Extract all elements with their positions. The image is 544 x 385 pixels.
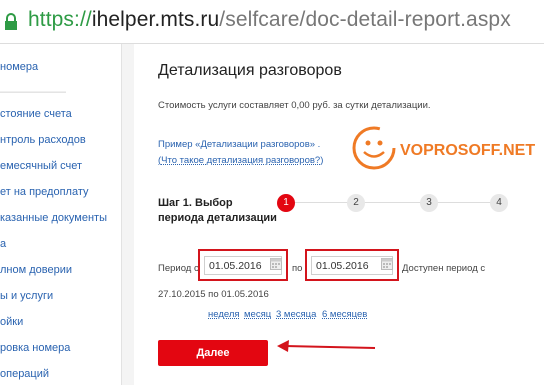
page-title: Детализация разговоров — [158, 62, 342, 79]
step-2: 2 — [347, 194, 365, 212]
available-range: 27.10.2015 по 01.05.2016 — [158, 289, 269, 300]
what-is-link-text: Что такое детализация разговоров? — [161, 155, 321, 166]
sidebar-item-trust[interactable]: лном доверии — [0, 264, 72, 276]
step-1: 1 — [277, 194, 295, 212]
sidebar-item-documents[interactable]: казанные документы — [0, 212, 107, 224]
cost-text: Стоимость услуги составляет 0,00 руб. за… — [158, 100, 431, 111]
period-from-label: Период с — [158, 263, 199, 274]
sidebar-item-settings[interactable]: ойки — [0, 316, 23, 328]
period-6-months-link[interactable]: 6 месяцев — [322, 309, 367, 320]
example-link[interactable]: Пример «Детализации разговоров» . — [158, 139, 320, 150]
url-scheme: https:// — [28, 8, 92, 31]
sidebar-faded-text: —————— — [0, 86, 66, 98]
period-to-label: по — [292, 263, 303, 274]
gutter — [122, 44, 134, 385]
step-3: 3 — [420, 194, 438, 212]
next-button[interactable]: Далее — [158, 340, 268, 366]
calendar-icon[interactable] — [381, 257, 393, 270]
date-from-highlight: 01.05.2016 — [198, 249, 288, 281]
sidebar-item-expense-control[interactable]: нтроль расходов — [0, 134, 86, 146]
sidebar-item-services[interactable]: ы и услуги — [0, 290, 53, 302]
lock-icon — [5, 13, 17, 30]
watermark-text: VOPROSOFF.NET — [400, 142, 536, 159]
period-week-link[interactable]: неделя — [208, 309, 240, 320]
sidebar-item-numbers[interactable]: номера — [0, 61, 38, 73]
sidebar-item-balance[interactable]: стояние счета — [0, 108, 72, 120]
url-host: ihelper.mts.ru — [91, 8, 220, 31]
period-3-months-link[interactable]: 3 месяца — [276, 309, 316, 320]
sidebar: номера —————— стояние счета нтроль расхо… — [0, 44, 122, 385]
available-label: Доступен период с — [402, 263, 486, 274]
url-path: /selfcare/doc-detail-report.aspx — [219, 8, 511, 31]
address-bar[interactable]: https://ihelper.mts.ru/selfcare/doc-deta… — [0, 0, 544, 44]
calendar-icon[interactable] — [270, 257, 282, 270]
sidebar-item-a[interactable]: а — [0, 238, 6, 250]
date-to-highlight: 01.05.2016 — [305, 249, 399, 281]
sidebar-item-operations[interactable]: операций — [0, 368, 49, 380]
sidebar-item-block-number[interactable]: ровка номера — [0, 342, 70, 354]
what-is-link[interactable]: (Что такое детализация разговоров?) — [158, 155, 323, 166]
step-label: Шаг 1. Выбор периода детализации — [158, 197, 277, 224]
steps-line — [284, 202, 499, 203]
sidebar-item-monthly-bill[interactable]: емесячный счет — [0, 160, 82, 172]
step-4: 4 — [490, 194, 508, 212]
arrow-annotation — [277, 340, 376, 352]
period-month-link[interactable]: месяц — [244, 309, 271, 320]
sidebar-item-prepaid-bill[interactable]: ет на предоплату — [0, 186, 89, 198]
url-text: https://ihelper.mts.ru/selfcare/doc-deta… — [28, 8, 511, 32]
